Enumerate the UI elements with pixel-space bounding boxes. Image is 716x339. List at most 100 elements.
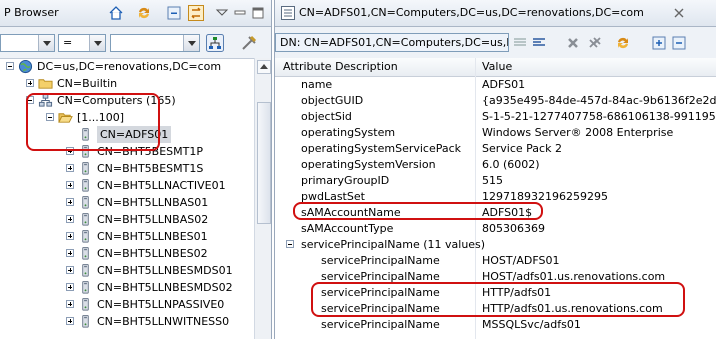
- expand-all-icon[interactable]: [651, 35, 667, 51]
- ldap-browser-tab[interactable]: P Browser: [0, 0, 271, 27]
- apply-filter-icon[interactable]: [206, 34, 224, 52]
- expand-toggle[interactable]: [66, 198, 74, 206]
- attribute-row[interactable]: operatingSystem Windows Server® 2008 Ente…: [275, 125, 716, 140]
- expand-toggle[interactable]: [66, 317, 74, 325]
- attribute-row[interactable]: objectSid S-1-5-21-1277407758-686106138-9…: [275, 109, 716, 124]
- expand-toggle[interactable]: [66, 181, 74, 189]
- attribute-table-header: Attribute Description Value: [275, 58, 716, 77]
- tree-node-label: CN=Builtin: [57, 77, 118, 90]
- delete-all-icon[interactable]: [587, 35, 603, 51]
- operator-value: =: [63, 36, 73, 49]
- attribute-filter-combo[interactable]: [0, 34, 55, 52]
- attribute-value: Windows Server® 2008 Enterprise: [482, 126, 674, 139]
- attribute-name: operatingSystemServicePack: [301, 142, 462, 155]
- refresh-icon[interactable]: [136, 5, 152, 21]
- view-menu-icon[interactable]: [214, 5, 230, 21]
- link-with-editor-icon[interactable]: [188, 5, 204, 21]
- expand-toggle[interactable]: [66, 266, 74, 274]
- attribute-row[interactable]: operatingSystemServicePack Service Pack 2: [275, 141, 716, 156]
- expand-toggle[interactable]: [66, 300, 74, 308]
- entry-editor-panel: CN=ADFS01,CN=Computers,DC=us,DC=renovati…: [274, 0, 716, 339]
- scroll-thumb[interactable]: [257, 102, 271, 224]
- expand-toggle[interactable]: [66, 283, 74, 291]
- close-icon[interactable]: [671, 5, 687, 21]
- attribute-row[interactable]: operatingSystemVersion 6.0 (6002): [275, 157, 716, 172]
- column-attribute-description[interactable]: Attribute Description: [283, 60, 398, 73]
- attribute-row[interactable]: sAMAccountType 805306369: [275, 221, 716, 236]
- dn-field-text: DN: CN=ADFS01,CN=Computers,DC=us,DC=r: [280, 36, 508, 49]
- attribute-name: objectGUID: [301, 94, 364, 107]
- attribute-row[interactable]: servicePrincipalName HOST/ADFS01: [275, 253, 716, 268]
- tree-node-label: CN=BHT5LLNBAS02: [97, 213, 209, 226]
- attribute-name: sAMAccountType: [301, 222, 394, 235]
- attribute-name: servicePrincipalName: [321, 254, 440, 267]
- attribute-value: HOST/ADFS01: [482, 254, 560, 267]
- home-icon[interactable]: [108, 5, 124, 21]
- attribute-row[interactable]: name ADFS01: [275, 77, 716, 92]
- filter-toolbar: =: [0, 27, 271, 59]
- attribute-name: operatingSystem: [301, 126, 396, 139]
- value-filter-combo[interactable]: [110, 34, 200, 52]
- tree-node-label: CN=BHT5LLNACTIVE01: [97, 179, 226, 192]
- entry-title: CN=ADFS01,CN=Computers,DC=us,DC=renovati…: [299, 6, 644, 19]
- attribute-row[interactable]: primaryGroupID 515: [275, 173, 716, 188]
- ldap-browser-panel: P Browser = DC=us,DC=renovations,DC=com C…: [0, 0, 272, 339]
- align-left-icon[interactable]: [512, 35, 528, 51]
- chevron-down-icon[interactable]: [89, 35, 105, 51]
- tree-node-label: DC=us,DC=renovations,DC=com: [37, 60, 222, 73]
- dn-field[interactable]: DN: CN=ADFS01,CN=Computers,DC=us,DC=r: [275, 33, 509, 52]
- expand-toggle[interactable]: [66, 215, 74, 223]
- expand-toggle[interactable]: [26, 79, 34, 87]
- attribute-name: primaryGroupID: [301, 174, 390, 187]
- attribute-value: 805306369: [482, 222, 545, 235]
- collapse-all-icon[interactable]: [166, 5, 182, 21]
- attribute-value: ADFS01: [482, 78, 526, 91]
- attribute-value: {a935e495-84de-457d-84ac-9b6136f2e2d8}: [482, 94, 716, 107]
- entry-editor-tab[interactable]: CN=ADFS01,CN=Computers,DC=us,DC=renovati…: [275, 0, 716, 27]
- highlight-computers-adfs01: [26, 93, 160, 151]
- attribute-value: Service Pack 2: [482, 142, 562, 155]
- attribute-value: MSSQLSvc/adfs01: [482, 318, 581, 331]
- tree-scrollbar[interactable]: [254, 58, 271, 339]
- collapse-toggle[interactable]: [6, 62, 14, 70]
- attribute-value: S-1-5-21-1277407758-686106138-991195...: [482, 110, 716, 123]
- attribute-group-row[interactable]: servicePrincipalName (11 values): [275, 237, 716, 252]
- minimize-icon[interactable]: [232, 5, 248, 21]
- panel-title: P Browser: [4, 6, 59, 19]
- delete-icon[interactable]: [565, 35, 581, 51]
- highlight-http-spns: [311, 282, 685, 317]
- expand-toggle[interactable]: [66, 164, 74, 172]
- entry-toolbar: DN: CN=ADFS01,CN=Computers,DC=us,DC=r: [275, 27, 716, 59]
- attribute-name: servicePrincipalName (11 values): [301, 238, 486, 251]
- tree-node-label: CN=BHT5LLNBES02: [97, 247, 208, 260]
- attribute-row[interactable]: servicePrincipalName MSSQLSvc/adfs01: [275, 317, 716, 332]
- chevron-down-icon[interactable]: [183, 35, 199, 51]
- tree-node-label: CN=BHT5LLNBAS01: [97, 196, 209, 209]
- tree-node-label: CN=BHT5BESMT1S: [97, 162, 204, 175]
- tree-node-label: CN=BHT5LLNBES01: [97, 230, 208, 243]
- expand-toggle[interactable]: [66, 232, 74, 240]
- attribute-row[interactable]: objectGUID {a935e495-84de-457d-84ac-9b613…: [275, 93, 716, 108]
- tree-node-label: CN=BHT5LLNBESMDS01: [97, 264, 233, 277]
- refresh-icon[interactable]: [615, 35, 631, 51]
- list-view-icon[interactable]: [531, 35, 547, 51]
- chevron-down-icon[interactable]: [38, 35, 54, 51]
- attribute-name: objectSid: [301, 110, 352, 123]
- attribute-value: 515: [482, 174, 503, 187]
- collapse-all-icon[interactable]: [671, 35, 687, 51]
- tree-node-label: CN=BHT5LLNBESMDS02: [97, 281, 233, 294]
- tree-node-label: CN=BHT5LLNWITNESS0: [97, 315, 230, 328]
- expand-toggle[interactable]: [66, 249, 74, 257]
- column-value[interactable]: Value: [482, 60, 512, 73]
- attribute-name: servicePrincipalName: [321, 318, 440, 331]
- scroll-up-arrow[interactable]: [257, 60, 271, 74]
- attribute-name: name: [301, 78, 333, 91]
- attribute-value: 6.0 (6002): [482, 158, 540, 171]
- highlight-samaccountname: [293, 202, 543, 220]
- entry-icon: [281, 6, 295, 20]
- maximize-icon[interactable]: [250, 5, 266, 21]
- collapse-toggle[interactable]: [286, 240, 294, 248]
- operator-combo[interactable]: =: [58, 34, 106, 52]
- tree-node-label: CN=BHT5LLNPASSIVE0: [97, 298, 225, 311]
- clear-filter-icon[interactable]: [240, 34, 258, 52]
